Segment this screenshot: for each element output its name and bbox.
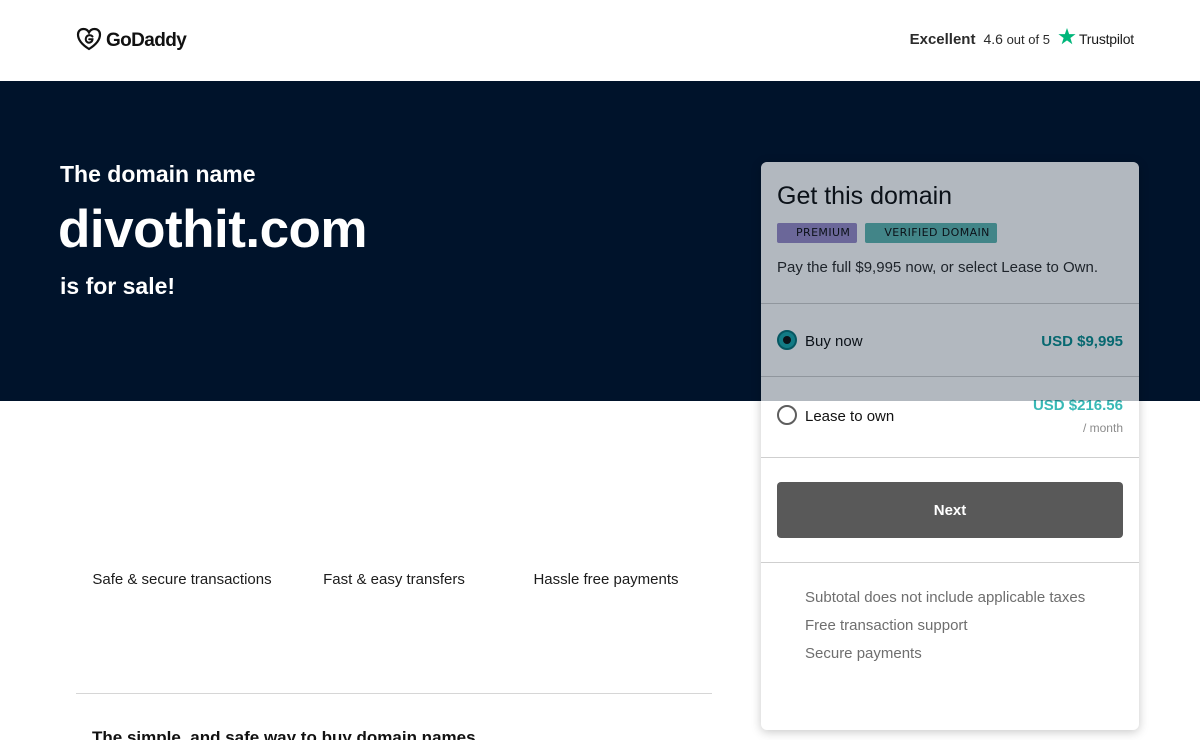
hero-pre-text: The domain name [60,161,256,187]
godaddy-logo[interactable]: GoDaddy [76,27,187,55]
trustpilot-score: 4.6 out of 5 [983,31,1049,47]
purchase-card: Get this domain PREMIUM VERIFIED DOMAIN … [761,162,1139,730]
godaddy-logo-icon [76,27,102,55]
feature-free-payments: Hassle free payments [533,571,679,588]
option-lease-to-own[interactable]: Lease to own USD $216.56 / month [761,377,1139,457]
lease-to-own-radio[interactable] [777,405,797,425]
trustpilot-star-icon [1058,28,1076,50]
buy-now-price: USD $9,995 [1041,333,1123,350]
premium-badge: PREMIUM [777,223,858,243]
note-transaction-support: Free transaction support [805,617,968,634]
hero-post-text: is for sale! [60,273,176,299]
feature-secure-transactions: Safe & secure transactions [92,571,272,588]
note-taxes: Subtotal does not include applicable tax… [805,589,1086,606]
badge-row: PREMIUM VERIFIED DOMAIN [777,223,997,243]
notes-divider [761,562,1139,563]
trustpilot-score-suffix: out of 5 [1006,32,1050,47]
verified-domain-badge: VERIFIED DOMAIN [865,223,997,243]
trustpilot-score-value: 4.6 [983,31,1003,47]
lease-to-own-price: USD $216.56 [1032,397,1123,414]
logo-wordmark: GoDaddy [106,30,187,51]
feature-easy-transfers: Fast & easy transfers [323,571,465,588]
lease-to-own-label: Lease to own [805,408,895,425]
option-buy-now[interactable]: Buy now USD $9,995 [761,304,1139,376]
top-bar: GoDaddy Excellent 4.6 out of 5 Trustpilo… [0,0,1200,81]
trustpilot-rating-word: Excellent [909,30,976,48]
buy-now-radio[interactable] [777,330,797,350]
note-secure-payments: Secure payments [805,645,922,662]
lease-to-own-unit: / month [1082,421,1123,435]
option-divider [761,457,1139,458]
buy-now-label: Buy now [805,333,863,350]
next-button[interactable]: Next [777,482,1123,538]
trustpilot-brand: Trustpilot [1078,31,1134,47]
notes-list: Subtotal does not include applicable tax… [805,584,1085,668]
features-row: Safe & secure transactions Fast & easy t… [76,568,712,592]
section-heading: The simple, and safe way to buy domain n… [92,728,476,740]
trustpilot-rating[interactable]: Excellent 4.6 out of 5 Trustpilot [910,28,1134,50]
hero-domain-name: divothit.com [58,200,368,259]
section-divider [76,693,712,694]
card-title: Get this domain [777,182,953,210]
card-description: Pay the full $9,995 now, or select Lease… [777,259,1099,276]
